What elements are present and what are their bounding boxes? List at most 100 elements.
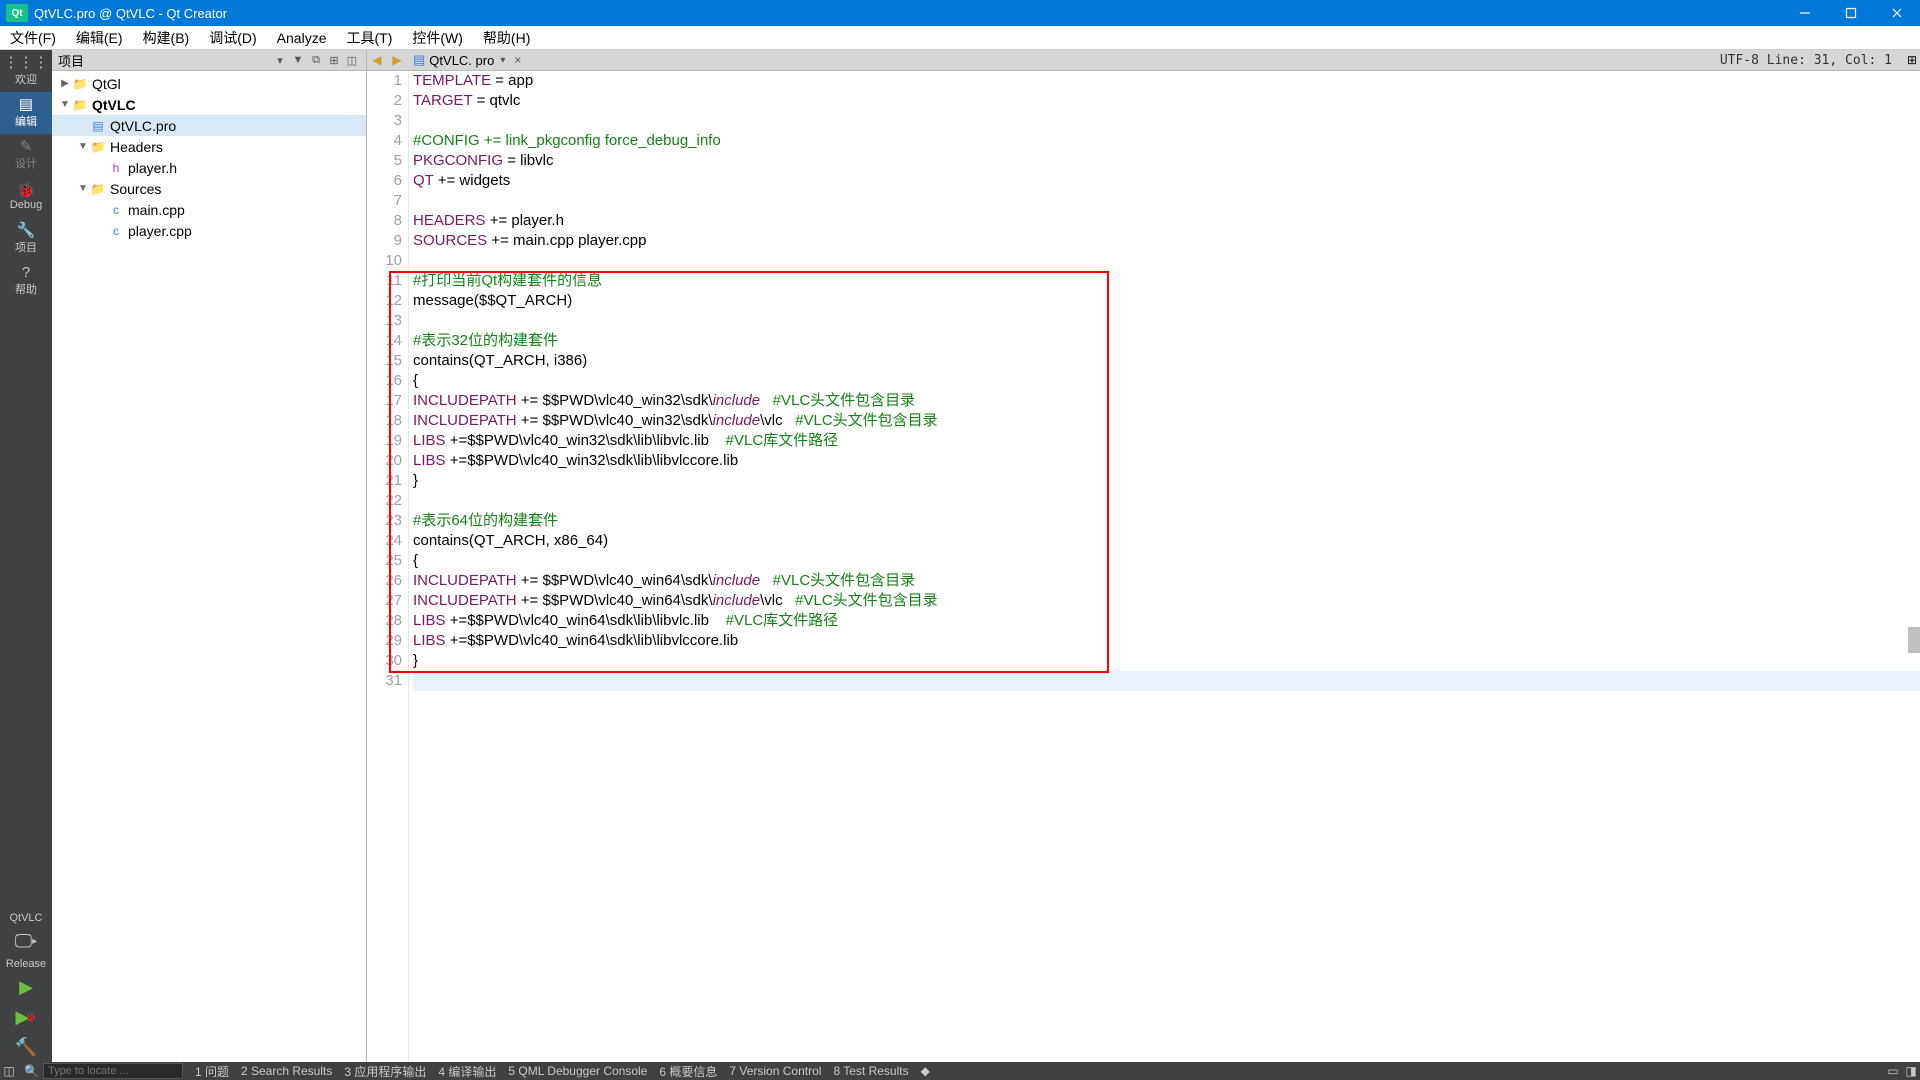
code-line[interactable]: PKGCONFIG = libvlc xyxy=(413,151,1920,171)
tree-label: Sources xyxy=(110,181,161,197)
tab-close-button[interactable]: × xyxy=(514,53,530,67)
filter-icon[interactable]: ▼ xyxy=(290,52,306,68)
code-line[interactable] xyxy=(413,191,1920,211)
code-line[interactable]: contains(QT_ARCH, x86_64) xyxy=(413,531,1920,551)
output-tab[interactable]: 1 问题 xyxy=(189,1062,235,1080)
menu-item[interactable]: 构建(B) xyxy=(133,26,200,49)
line-gutter: 1234567891011121314151617181920212223242… xyxy=(367,71,409,1062)
menu-item[interactable]: 文件(F) xyxy=(0,26,66,49)
mode-编辑[interactable]: ▤编辑 xyxy=(0,92,52,134)
code-line[interactable]: QT += widgets xyxy=(413,171,1920,191)
code-line[interactable]: #表示32位的构建套件 xyxy=(413,331,1920,351)
scrollbar-thumb[interactable] xyxy=(1908,627,1920,653)
open-file-tab[interactable]: ▤ QtVLC. pro xyxy=(407,52,500,68)
tree-row[interactable]: ▼📁QtVLC xyxy=(52,94,366,115)
expander-icon[interactable]: ▼ xyxy=(58,99,72,110)
toggle-right-icon[interactable]: ◨ xyxy=(1902,1064,1920,1078)
code-line[interactable] xyxy=(413,311,1920,331)
output-tab[interactable]: 8 Test Results xyxy=(827,1062,914,1080)
code-line[interactable]: #表示64位的构建套件 xyxy=(413,511,1920,531)
tree-label: QtVLC xyxy=(92,97,136,113)
minimize-button[interactable] xyxy=(1782,0,1828,26)
tab-dropdown-icon[interactable]: ▾ xyxy=(500,55,514,66)
target-icon[interactable]: 🖵 ▸ xyxy=(0,926,52,956)
code-line[interactable]: } xyxy=(413,651,1920,671)
menu-item[interactable]: Analyze xyxy=(267,26,337,49)
code-line[interactable]: INCLUDEPATH += $$PWD\vlc40_win32\sdk\inc… xyxy=(413,391,1920,411)
expander-icon[interactable]: ▶ xyxy=(58,78,72,89)
close-button[interactable] xyxy=(1874,0,1920,26)
locate-input[interactable] xyxy=(43,1063,183,1079)
code-line[interactable]: message($$QT_ARCH) xyxy=(413,291,1920,311)
code-line[interactable]: INCLUDEPATH += $$PWD\vlc40_win64\sdk\inc… xyxy=(413,571,1920,591)
code-line[interactable]: HEADERS += player.h xyxy=(413,211,1920,231)
build-button[interactable]: 🔨 xyxy=(0,1032,52,1062)
tree-row[interactable]: cplayer.cpp xyxy=(52,220,366,241)
code-line[interactable]: TARGET = qtvlc xyxy=(413,91,1920,111)
link-icon[interactable]: ⧉ xyxy=(308,52,324,68)
tree-row[interactable]: cmain.cpp xyxy=(52,199,366,220)
menu-item[interactable]: 调试(D) xyxy=(199,26,266,49)
split-editor-icon[interactable]: ⊞ xyxy=(1904,52,1920,68)
code-line[interactable] xyxy=(413,111,1920,131)
code-line[interactable]: LIBS +=$$PWD\vlc40_win64\sdk\lib\libvlcc… xyxy=(413,631,1920,651)
expander-icon[interactable]: ▼ xyxy=(76,141,90,152)
code-editor[interactable]: 1234567891011121314151617181920212223242… xyxy=(367,71,1920,1062)
code-line[interactable]: { xyxy=(413,371,1920,391)
mode-项目[interactable]: 🔧项目 xyxy=(0,218,52,260)
code-line[interactable]: #打印当前Qt构建套件的信息 xyxy=(413,271,1920,291)
code-line[interactable]: TEMPLATE = app xyxy=(413,71,1920,91)
nav-back-button[interactable]: ◀ xyxy=(368,51,386,69)
code-line[interactable] xyxy=(413,671,1920,691)
panel-title: 项目 xyxy=(58,51,270,70)
tree-row[interactable]: ▼📁Sources xyxy=(52,178,366,199)
panel-dropdown-icon[interactable]: ▾ xyxy=(272,52,288,68)
menu-item[interactable]: 控件(W) xyxy=(402,26,473,49)
maximize-button[interactable] xyxy=(1828,0,1874,26)
output-tab[interactable]: 5 QML Debugger Console xyxy=(502,1062,653,1080)
output-tab[interactable]: 6 概要信息 xyxy=(653,1062,723,1080)
toggle-sidebar-icon[interactable]: ◫ xyxy=(0,1064,18,1078)
output-tab[interactable]: 2 Search Results xyxy=(235,1062,338,1080)
mode-Debug[interactable]: 🐞Debug xyxy=(0,176,52,218)
mode-帮助[interactable]: ?帮助 xyxy=(0,260,52,302)
menu-item[interactable]: 工具(T) xyxy=(336,26,402,49)
code-line[interactable]: LIBS +=$$PWD\vlc40_win32\sdk\lib\libvlcc… xyxy=(413,451,1920,471)
code-line[interactable]: SOURCES += main.cpp player.cpp xyxy=(413,231,1920,251)
add-icon[interactable]: ⊞ xyxy=(326,52,342,68)
nav-forward-button[interactable]: ▶ xyxy=(388,51,406,69)
project-tree[interactable]: ▶📁QtGl▼📁QtVLC▤QtVLC.pro▼📁Headershplayer.… xyxy=(52,71,366,1062)
split-icon[interactable]: ◫ xyxy=(344,52,360,68)
code-line[interactable]: #CONFIG += link_pkgconfig force_debug_in… xyxy=(413,131,1920,151)
tree-row[interactable]: ▶📁QtGl xyxy=(52,73,366,94)
code-line[interactable] xyxy=(413,251,1920,271)
output-tab[interactable]: 3 应用程序输出 xyxy=(338,1062,432,1080)
tree-row[interactable]: ▼📁Headers xyxy=(52,136,366,157)
tree-row[interactable]: ▤QtVLC.pro xyxy=(52,115,366,136)
menu-item[interactable]: 编辑(E) xyxy=(66,26,133,49)
expander-icon[interactable]: ▼ xyxy=(76,183,90,194)
debug-run-button[interactable]: ▶🐞 xyxy=(0,1002,52,1032)
mode-label: 帮助 xyxy=(15,281,37,297)
code-line[interactable]: LIBS +=$$PWD\vlc40_win32\sdk\lib\libvlc.… xyxy=(413,431,1920,451)
code-line[interactable]: INCLUDEPATH += $$PWD\vlc40_win32\sdk\inc… xyxy=(413,411,1920,431)
close-output-icon[interactable]: ▭ xyxy=(1884,1064,1902,1078)
tree-row[interactable]: hplayer.h xyxy=(52,157,366,178)
menu-item[interactable]: 帮助(H) xyxy=(473,26,540,49)
kit-name[interactable]: QtVLC xyxy=(0,910,52,926)
locate-box[interactable]: 🔍 xyxy=(18,1062,189,1080)
output-dropdown-icon[interactable]: ◆ xyxy=(915,1062,936,1080)
code-line[interactable]: contains(QT_ARCH, i386) xyxy=(413,351,1920,371)
output-tab[interactable]: 4 编译输出 xyxy=(432,1062,502,1080)
code-line[interactable]: } xyxy=(413,471,1920,491)
code-line[interactable]: INCLUDEPATH += $$PWD\vlc40_win64\sdk\inc… xyxy=(413,591,1920,611)
mode-欢迎[interactable]: ⋮⋮⋮欢迎 xyxy=(0,50,52,92)
output-tab[interactable]: 7 Version Control xyxy=(723,1062,827,1080)
mode-设计[interactable]: ✎设计 xyxy=(0,134,52,176)
code-line[interactable]: LIBS +=$$PWD\vlc40_win64\sdk\lib\libvlc.… xyxy=(413,611,1920,631)
code-line[interactable]: { xyxy=(413,551,1920,571)
code-line[interactable] xyxy=(413,491,1920,511)
mode-label: 设计 xyxy=(15,155,37,171)
mode-label: 欢迎 xyxy=(15,71,37,87)
run-button[interactable]: ▶ xyxy=(0,972,52,1002)
